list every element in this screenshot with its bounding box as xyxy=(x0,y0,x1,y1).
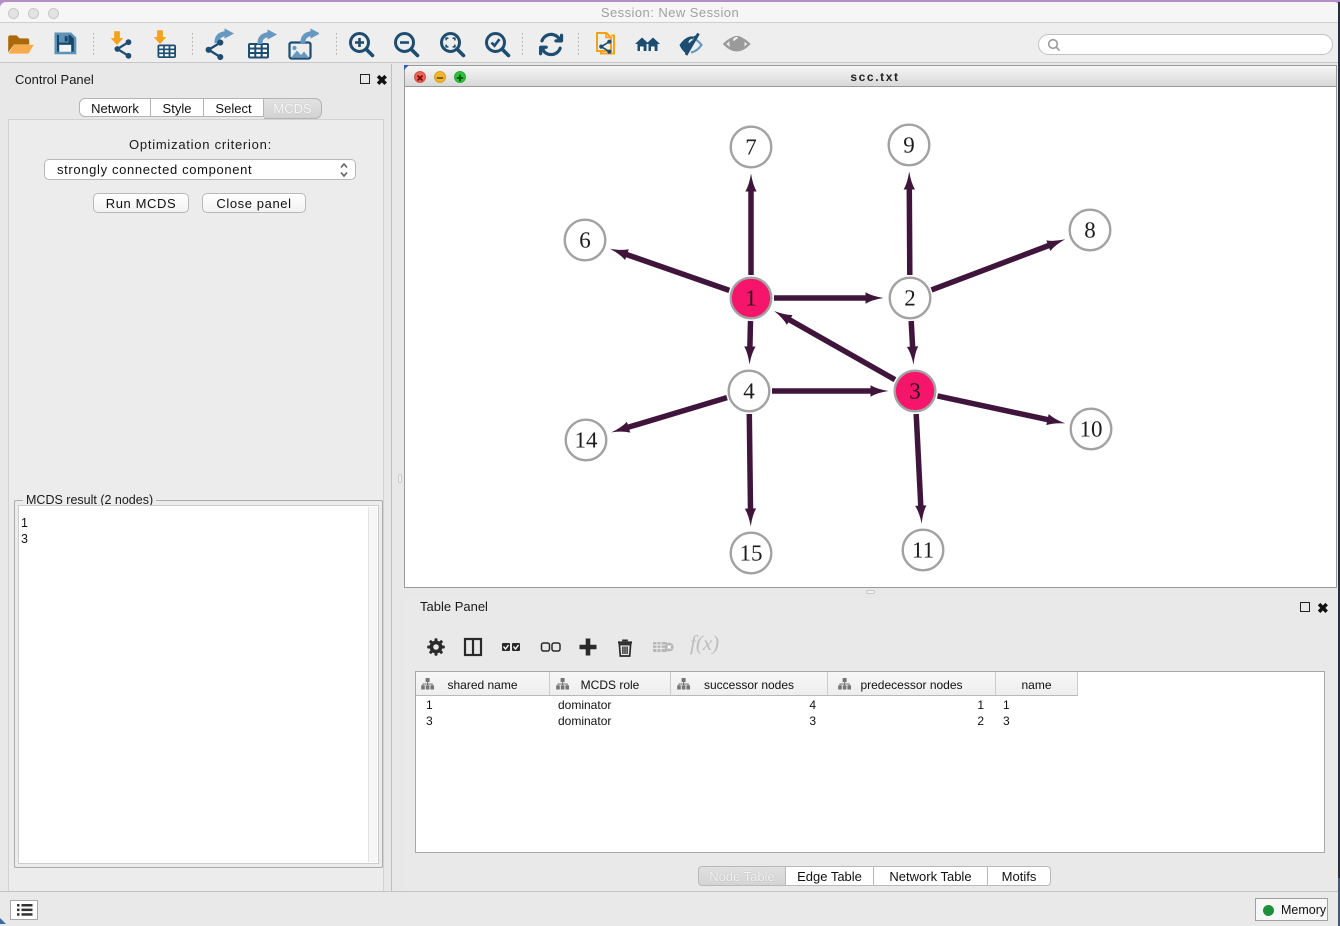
svg-text:11: 11 xyxy=(912,538,934,563)
svg-text:6: 6 xyxy=(579,228,591,253)
svg-text:1: 1 xyxy=(745,286,757,311)
svg-text:10: 10 xyxy=(1080,417,1103,442)
svg-text:3: 3 xyxy=(909,379,921,404)
svg-text:15: 15 xyxy=(740,541,763,566)
svg-text:4: 4 xyxy=(743,379,755,404)
svg-text:7: 7 xyxy=(745,135,757,160)
svg-text:14: 14 xyxy=(575,428,599,453)
svg-text:9: 9 xyxy=(903,133,915,158)
svg-text:2: 2 xyxy=(904,286,916,311)
svg-text:8: 8 xyxy=(1084,218,1096,243)
